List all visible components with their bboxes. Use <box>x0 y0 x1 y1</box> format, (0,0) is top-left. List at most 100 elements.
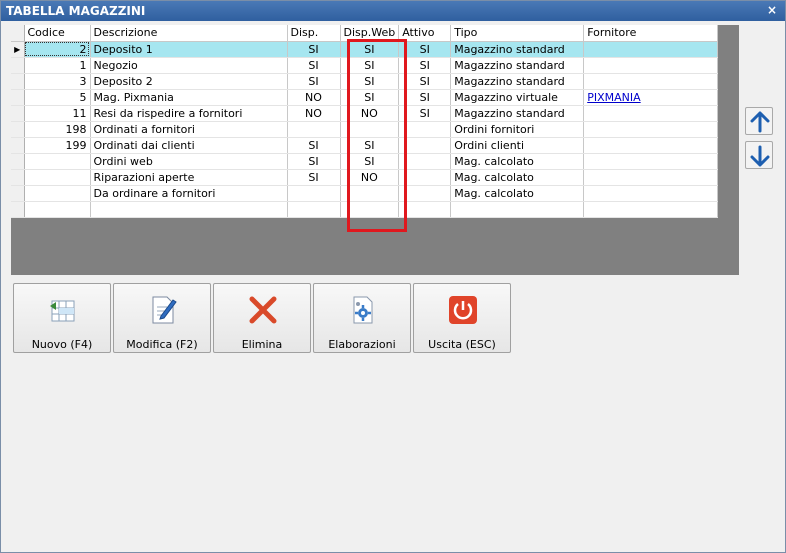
cell-disp[interactable]: SI <box>287 169 341 186</box>
row-indicator[interactable] <box>11 89 25 106</box>
cell-descrizione[interactable]: Mag. Pixmania <box>90 89 288 106</box>
cell-codice[interactable] <box>24 153 91 170</box>
cell-attivo[interactable] <box>398 185 452 202</box>
cell-attivo[interactable] <box>398 137 452 154</box>
cell-attivo[interactable] <box>398 121 452 138</box>
table-row[interactable]: 1 Negozio SI SI SI Magazzino standard <box>11 57 719 74</box>
cell-attivo[interactable] <box>398 153 452 170</box>
elaborazioni-button[interactable]: Elaborazioni <box>313 283 411 353</box>
cell-fornitore[interactable] <box>583 73 719 90</box>
cell-disp[interactable]: SI <box>287 57 341 74</box>
cell-disp[interactable] <box>287 121 341 138</box>
row-indicator[interactable] <box>11 201 25 218</box>
cell-tipo[interactable]: Mag. calcolato <box>450 185 585 202</box>
row-indicator[interactable] <box>11 105 25 122</box>
table-row[interactable]: Da ordinare a fornitori Mag. calcolato <box>11 185 719 202</box>
cell-codice[interactable]: 5 <box>24 89 91 106</box>
table-row[interactable]: 5 Mag. Pixmania NO SI SI Magazzino virtuale PI… <box>11 89 719 106</box>
cell-codice[interactable] <box>24 169 91 186</box>
cell-attivo[interactable]: SI <box>398 41 452 58</box>
cell-disp-web[interactable]: SI <box>340 89 400 106</box>
row-indicator[interactable] <box>11 73 25 90</box>
cell-tipo[interactable]: Magazzino standard <box>450 41 585 58</box>
table-row[interactable]: 198 Ordinati a fornitori Ordini fornitori <box>11 121 719 138</box>
column-header-disp[interactable]: Disp. <box>287 25 341 42</box>
table-row[interactable]: 11 Resi da rispedire a fornitori NO NO SI Mag… <box>11 105 719 122</box>
cell-descrizione[interactable]: Ordinati a fornitori <box>90 121 288 138</box>
cell-disp-web[interactable]: SI <box>340 41 400 58</box>
cell-disp[interactable] <box>287 185 341 202</box>
elimina-button[interactable]: Elimina <box>213 283 311 353</box>
cell-disp-web[interactable] <box>340 121 400 138</box>
cell-codice[interactable]: 199 <box>24 137 91 154</box>
cell-tipo[interactable] <box>450 201 585 218</box>
cell-fornitore[interactable] <box>583 185 719 202</box>
column-header-disp-web[interactable]: Disp.Web <box>340 25 400 42</box>
table-row[interactable]: Ordini web SI SI Mag. calcolato <box>11 153 719 170</box>
cell-tipo[interactable]: Magazzino standard <box>450 105 585 122</box>
table-row[interactable]: 199 Ordinati dai clienti SI SI Ordini client… <box>11 137 719 154</box>
cell-disp-web[interactable]: SI <box>340 153 400 170</box>
cell-fornitore[interactable] <box>583 57 719 74</box>
uscita-button[interactable]: Uscita (ESC) <box>413 283 511 353</box>
cell-codice[interactable]: 198 <box>24 121 91 138</box>
row-indicator[interactable] <box>11 185 25 202</box>
cell-disp[interactable]: NO <box>287 105 341 122</box>
nuovo-button[interactable]: Nuovo (F4) <box>13 283 111 353</box>
cell-disp[interactable]: SI <box>287 41 341 58</box>
cell-fornitore[interactable] <box>583 137 719 154</box>
row-indicator[interactable] <box>11 153 25 170</box>
row-indicator[interactable]: ▶ <box>11 41 25 58</box>
cell-codice[interactable]: 2 <box>24 41 91 58</box>
cell-disp-web[interactable]: NO <box>340 169 400 186</box>
modifica-button[interactable]: Modifica (F2) <box>113 283 211 353</box>
cell-attivo[interactable]: SI <box>398 73 452 90</box>
fornitore-link[interactable]: PIXMANIA <box>587 91 640 104</box>
table-row[interactable] <box>11 201 719 218</box>
cell-descrizione[interactable]: Negozio <box>90 57 288 74</box>
cell-attivo[interactable] <box>398 169 452 186</box>
cell-fornitore[interactable] <box>583 169 719 186</box>
table-row[interactable]: 3 Deposito 2 SI SI SI Magazzino standard <box>11 73 719 90</box>
column-header-codice[interactable]: Codice <box>24 25 91 42</box>
row-indicator[interactable] <box>11 121 25 138</box>
cell-fornitore[interactable] <box>583 121 719 138</box>
cell-tipo[interactable]: Mag. calcolato <box>450 153 585 170</box>
cell-tipo[interactable]: Ordini clienti <box>450 137 585 154</box>
cell-disp-web[interactable]: SI <box>340 137 400 154</box>
cell-codice[interactable]: 11 <box>24 105 91 122</box>
cell-disp-web[interactable]: SI <box>340 57 400 74</box>
cell-disp-web[interactable] <box>340 201 400 218</box>
cell-tipo[interactable]: Ordini fornitori <box>450 121 585 138</box>
cell-descrizione[interactable]: Da ordinare a fornitori <box>90 185 288 202</box>
cell-tipo[interactable]: Magazzino standard <box>450 57 585 74</box>
cell-descrizione[interactable]: Ordini web <box>90 153 288 170</box>
cell-descrizione[interactable]: Ordinati dai clienti <box>90 137 288 154</box>
cell-disp[interactable]: SI <box>287 153 341 170</box>
cell-descrizione[interactable]: Resi da rispedire a fornitori <box>90 105 288 122</box>
table-row[interactable]: Riparazioni aperte SI NO Mag. calcolato <box>11 169 719 186</box>
cell-fornitore[interactable]: PIXMANIA <box>583 89 719 106</box>
column-header-tipo[interactable]: Tipo <box>450 25 585 42</box>
cell-attivo[interactable]: SI <box>398 105 452 122</box>
cell-codice[interactable]: 1 <box>24 57 91 74</box>
cell-attivo[interactable] <box>398 201 452 218</box>
move-down-button[interactable] <box>745 141 773 169</box>
row-indicator[interactable] <box>11 57 25 74</box>
column-header-descrizione[interactable]: Descrizione <box>90 25 288 42</box>
cell-descrizione[interactable] <box>90 201 288 218</box>
cell-codice[interactable]: 3 <box>24 73 91 90</box>
cell-disp-web[interactable]: SI <box>340 73 400 90</box>
cell-disp-web[interactable] <box>340 185 400 202</box>
cell-descrizione[interactable]: Deposito 1 <box>90 41 288 58</box>
close-button[interactable]: × <box>765 3 779 17</box>
cell-disp[interactable] <box>287 201 341 218</box>
cell-disp[interactable]: SI <box>287 137 341 154</box>
column-header-fornitore[interactable]: Fornitore <box>583 25 719 42</box>
cell-descrizione[interactable]: Riparazioni aperte <box>90 169 288 186</box>
cell-codice[interactable] <box>24 185 91 202</box>
row-indicator[interactable] <box>11 169 25 186</box>
cell-disp[interactable]: NO <box>287 89 341 106</box>
cell-disp-web[interactable]: NO <box>340 105 400 122</box>
table-row[interactable]: ▶ 2 Deposito 1 SI SI SI Magazzino standard <box>11 41 719 58</box>
